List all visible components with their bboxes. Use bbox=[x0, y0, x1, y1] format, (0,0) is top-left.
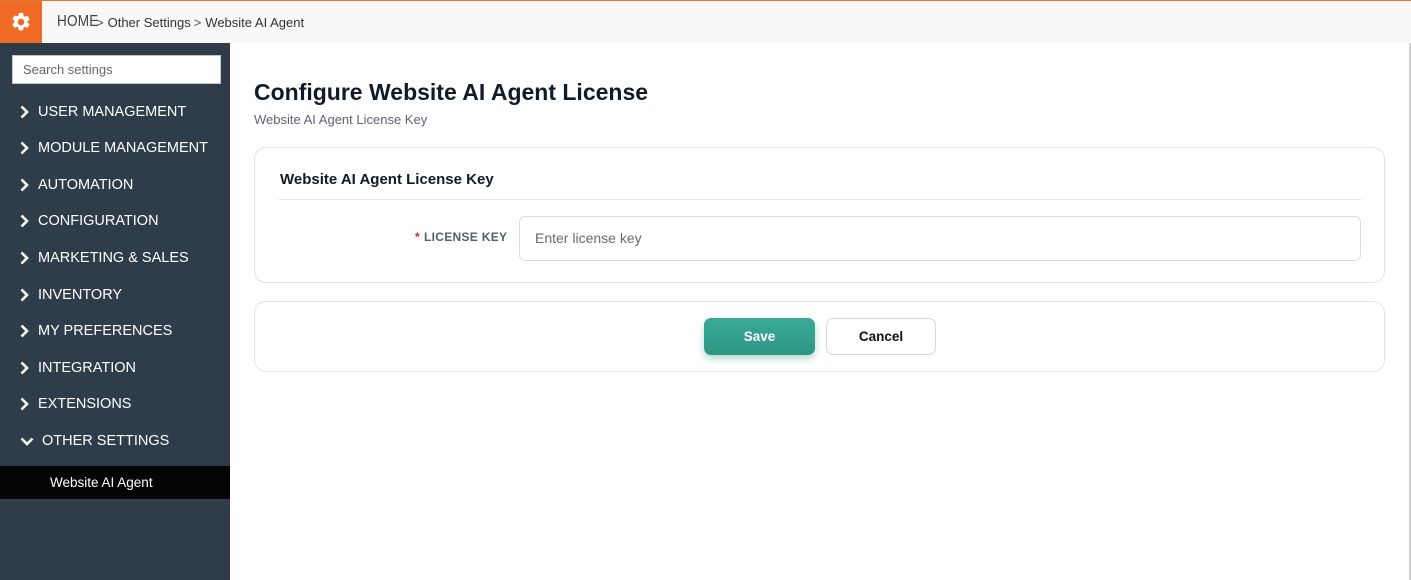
sidebar-item-extensions[interactable]: EXTENSIONS bbox=[0, 389, 230, 419]
chevron-right-icon bbox=[0, 288, 38, 302]
sidebar-subitem-website-ai-agent[interactable]: Website AI Agent bbox=[0, 466, 230, 499]
save-button[interactable]: Save bbox=[704, 318, 815, 355]
top-bar: HOME > Other Settings > Website AI Agent bbox=[0, 0, 1411, 43]
license-key-label: * LICENSE KEY bbox=[415, 230, 507, 244]
sidebar-item-automation[interactable]: AUTOMATION bbox=[0, 170, 230, 200]
sidebar-item-label: MODULE MANAGEMENT bbox=[38, 140, 208, 156]
chevron-right-icon bbox=[0, 361, 38, 375]
settings-gear-button[interactable] bbox=[0, 1, 42, 43]
sidebar-item-my-preferences[interactable]: MY PREFERENCES bbox=[0, 316, 230, 346]
license-key-input[interactable]: Enter license key bbox=[519, 216, 1361, 261]
chevron-right-icon bbox=[0, 397, 38, 411]
search-settings-input[interactable]: Search settings bbox=[12, 55, 221, 84]
page-subtitle: Website AI Agent License Key bbox=[254, 112, 428, 127]
chevron-right-icon bbox=[0, 178, 38, 192]
sidebar-item-inventory[interactable]: INVENTORY bbox=[0, 280, 230, 310]
breadcrumb-current: Website AI Agent bbox=[205, 14, 305, 30]
breadcrumb: HOME > Other Settings > Website AI Agent bbox=[57, 1, 304, 43]
sidebar-item-label: CONFIGURATION bbox=[38, 213, 159, 229]
sidebar-item-label: INVENTORY bbox=[38, 287, 123, 303]
gear-icon bbox=[12, 12, 30, 31]
sidebar-item-other-settings[interactable]: OTHER SETTINGS bbox=[0, 426, 230, 456]
sidebar-item-label: EXTENSIONS bbox=[38, 396, 132, 412]
breadcrumb-home[interactable]: HOME bbox=[57, 13, 98, 31]
chevron-right-icon bbox=[0, 214, 38, 228]
card-divider bbox=[279, 199, 1361, 200]
sidebar-item-label: OTHER SETTINGS bbox=[42, 433, 170, 449]
license-key-label-text: LICENSE KEY bbox=[423, 230, 508, 244]
sidebar-item-user-management[interactable]: USER MANAGEMENT bbox=[0, 97, 230, 127]
sidebar-item-integration[interactable]: INTEGRATION bbox=[0, 353, 230, 383]
sidebar: Search settings USER MANAGEMENT MODULE M… bbox=[0, 43, 230, 580]
sidebar-item-label: AUTOMATION bbox=[38, 177, 134, 193]
required-marker: * bbox=[415, 230, 420, 244]
sidebar-item-module-management[interactable]: MODULE MANAGEMENT bbox=[0, 133, 230, 163]
sidebar-item-label: INTEGRATION bbox=[38, 360, 137, 376]
chevron-right-icon bbox=[0, 251, 38, 265]
breadcrumb-other-settings[interactable]: Other Settings bbox=[108, 15, 191, 30]
sidebar-item-label: USER MANAGEMENT bbox=[38, 104, 187, 120]
cancel-button[interactable]: Cancel bbox=[826, 318, 936, 355]
chevron-right-icon bbox=[0, 141, 38, 155]
chevron-down-icon bbox=[0, 437, 42, 446]
sidebar-item-label: MY PREFERENCES bbox=[38, 323, 173, 339]
actions-card: Save Cancel bbox=[254, 301, 1385, 372]
license-card: Website AI Agent License Key * LICENSE KE… bbox=[254, 147, 1385, 283]
breadcrumb-separator: > bbox=[193, 14, 202, 30]
chevron-right-icon bbox=[0, 324, 38, 338]
sidebar-item-label: MARKETING & SALES bbox=[38, 250, 189, 266]
card-title: Website AI Agent License Key bbox=[280, 171, 494, 188]
sidebar-item-configuration[interactable]: CONFIGURATION bbox=[0, 206, 230, 236]
chevron-right-icon bbox=[0, 105, 38, 119]
sidebar-item-marketing-sales[interactable]: MARKETING & SALES bbox=[0, 243, 230, 273]
page-title: Configure Website AI Agent License bbox=[254, 79, 649, 105]
